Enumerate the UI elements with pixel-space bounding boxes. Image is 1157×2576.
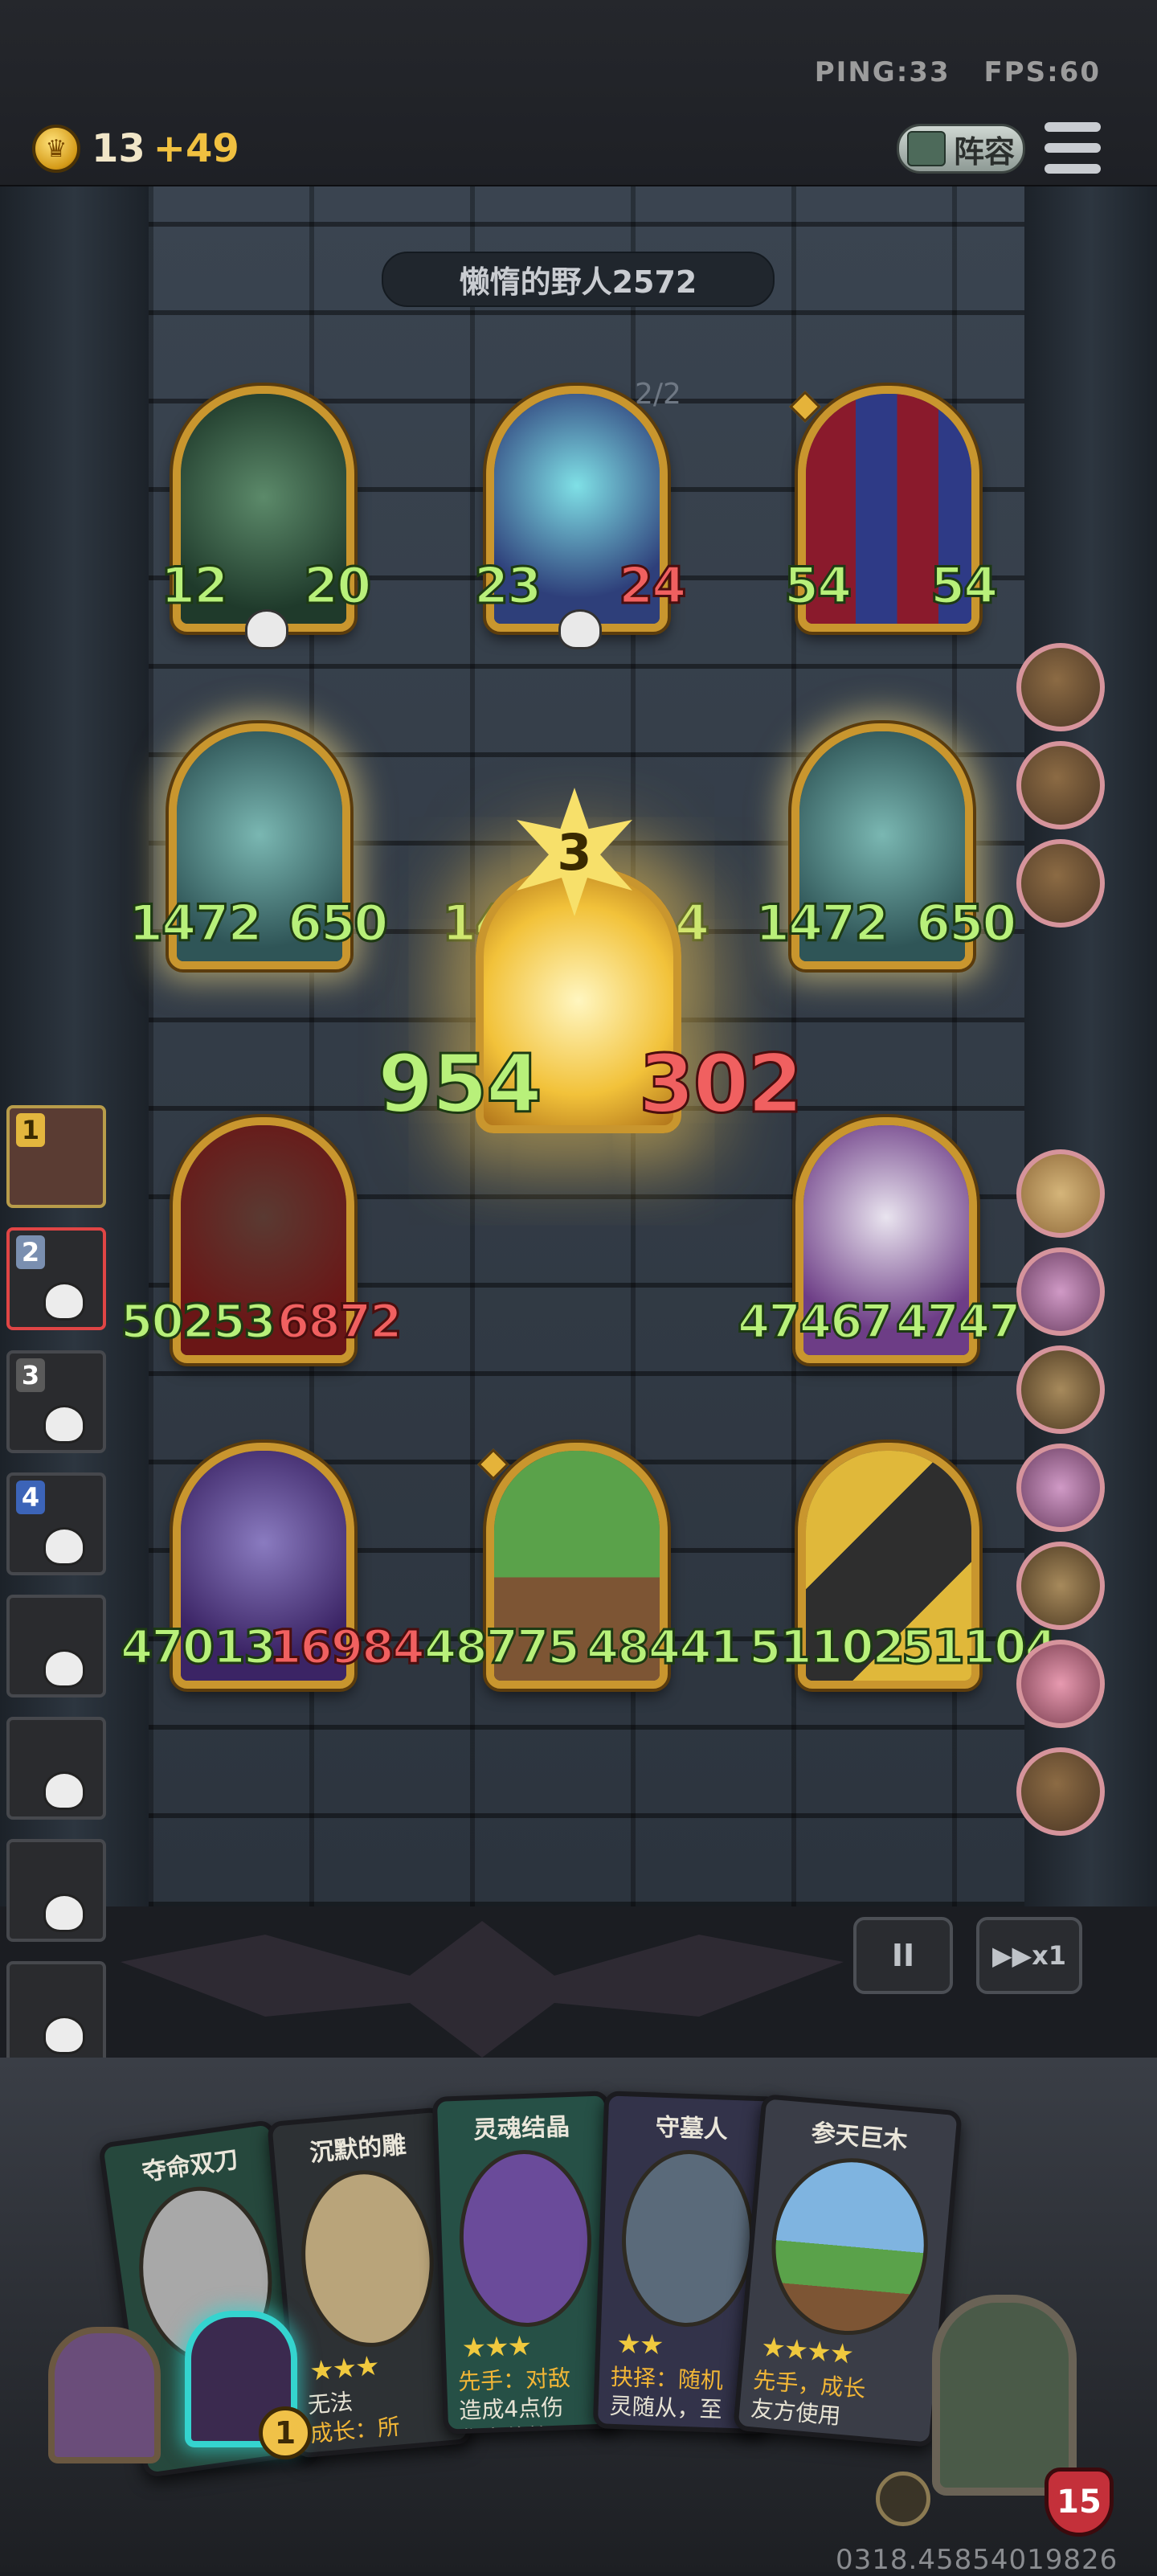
network-status: PING:33 FPS:60 (792, 56, 1101, 88)
skull-icon (43, 1282, 85, 1321)
queue-item-ship[interactable] (1016, 1542, 1105, 1630)
card-art (619, 2148, 757, 2329)
unit-health: 20 (302, 555, 372, 616)
turn-slot-2[interactable]: 2 (6, 1227, 106, 1330)
queue-item-shop[interactable] (1016, 643, 1105, 731)
unit-attack: 47467 (737, 1293, 895, 1350)
card-title: 夺命双刀 (140, 2145, 240, 2187)
unit-health: 6872 (276, 1293, 403, 1350)
lives-heart-badge: 15 (1045, 2467, 1114, 2537)
skull-icon (43, 2016, 85, 2054)
turn-number: 1 (16, 1113, 45, 1147)
queue-item-ship[interactable] (1016, 1345, 1105, 1434)
unit-attack: 47013 (120, 1619, 278, 1676)
card-title: 沉默的雕 (309, 2131, 407, 2168)
queue-item-shop[interactable] (1016, 839, 1105, 928)
unit-health: 4747 (894, 1293, 1021, 1350)
unit-health: 650 (914, 893, 1017, 954)
queue-item-machine[interactable] (1016, 1247, 1105, 1336)
turn-number: 2 (16, 1235, 45, 1269)
unit-attack: 12 (159, 555, 229, 616)
skull-icon (245, 609, 288, 649)
card-art (294, 2164, 441, 2353)
unit-attack: 48775 (423, 1619, 582, 1676)
shield-icon[interactable] (876, 2472, 930, 2526)
queue-item-shop[interactable] (1016, 1747, 1105, 1836)
unit-attack: 1472 (754, 893, 891, 954)
deck-slot[interactable] (48, 2327, 161, 2463)
queue-item-shop[interactable] (1016, 741, 1105, 829)
turn-slot-3[interactable]: 3 (6, 1350, 106, 1453)
queue-item-cake[interactable] (1016, 1640, 1105, 1728)
gold-income: +49 (153, 126, 239, 171)
card-title: 参天巨木 (810, 2119, 909, 2156)
speed-button[interactable]: ▶▶x1 (976, 1917, 1082, 1994)
card-description: 无法 成长：所 (306, 2378, 459, 2449)
turn-slot-7[interactable] (6, 1839, 106, 1942)
queue-item-machine[interactable] (1016, 1444, 1105, 1532)
lineup-label: 阵容 (953, 133, 1015, 170)
card-title: 灵魂结晶 (472, 2113, 570, 2145)
fps-text: FPS:60 (983, 56, 1101, 88)
crown-coin-icon: ♛ (32, 125, 80, 173)
gold-amount: 13 (92, 126, 145, 171)
enemy-name-plate: 懒惰的野人2572 (382, 252, 775, 307)
player-portrait[interactable] (932, 2295, 1077, 2496)
turn-slot-5[interactable] (6, 1595, 106, 1698)
turn-slot-8[interactable] (6, 1961, 106, 2064)
turn-number: 4 (16, 1480, 45, 1514)
skull-icon (43, 1649, 85, 1688)
card-stars: ★★★ (308, 2349, 380, 2388)
unit-health: 54 (929, 555, 999, 616)
skull-icon (558, 609, 602, 649)
attacker-attack: 954 (377, 1036, 544, 1132)
bat-ornament (121, 1921, 844, 2058)
pause-button[interactable]: II (853, 1917, 953, 1994)
attacker-health: 302 (638, 1036, 805, 1132)
unit-attack: 54 (783, 555, 852, 616)
turn-number: 3 (16, 1358, 45, 1392)
card-stars: ★★ (615, 2328, 664, 2361)
unit-health: 650 (286, 893, 389, 954)
card-art (456, 2148, 595, 2329)
unit-attack: 50253 (120, 1293, 278, 1350)
unit-health: 48441 (586, 1619, 744, 1676)
unit-attack: 23 (472, 555, 542, 616)
cost-badge: 1 (259, 2406, 312, 2459)
turn-slot-4[interactable]: 4 (6, 1472, 106, 1575)
hand-card-3[interactable]: 灵魂结晶 ★★★ 先手：对敌 造成4点伤 伤害值第 (431, 2091, 621, 2435)
card-description: 先手：对敌 造成4点伤 伤害值第 (458, 2363, 609, 2435)
hand-card-5[interactable]: 参天巨木 ★★★★ 先手，成长 友方使用 (733, 2093, 963, 2448)
queue-item-wall[interactable] (1016, 1149, 1105, 1238)
coordinate-readout: 0318.45854019826 (836, 2544, 1118, 2576)
card-stars: ★★★★ (759, 2331, 854, 2371)
gold-counter: ♛ 13 +49 (32, 121, 239, 177)
book-icon (906, 131, 946, 166)
unit-attack: 1472 (128, 893, 264, 954)
card-description: 先手，成长 友方使用 (750, 2365, 926, 2438)
turn-slot-6[interactable] (6, 1717, 106, 1820)
menu-icon[interactable] (1045, 122, 1101, 174)
skull-icon (43, 1527, 85, 1566)
ping-text: PING:33 (814, 56, 951, 88)
skull-icon (43, 1771, 85, 1810)
lineup-button[interactable]: 阵容 (897, 124, 1025, 174)
skull-icon (43, 1894, 85, 1932)
turn-slot-1[interactable]: 1 (6, 1105, 106, 1208)
unit-health: 16984 (268, 1619, 427, 1676)
skull-icon (43, 1405, 85, 1444)
card-art (764, 2152, 935, 2342)
card-stars: ★★★ (460, 2329, 531, 2365)
unit-health: 24 (617, 555, 687, 616)
card-title: 守墓人 (655, 2113, 729, 2144)
unit-attack: 51102 (748, 1619, 906, 1676)
